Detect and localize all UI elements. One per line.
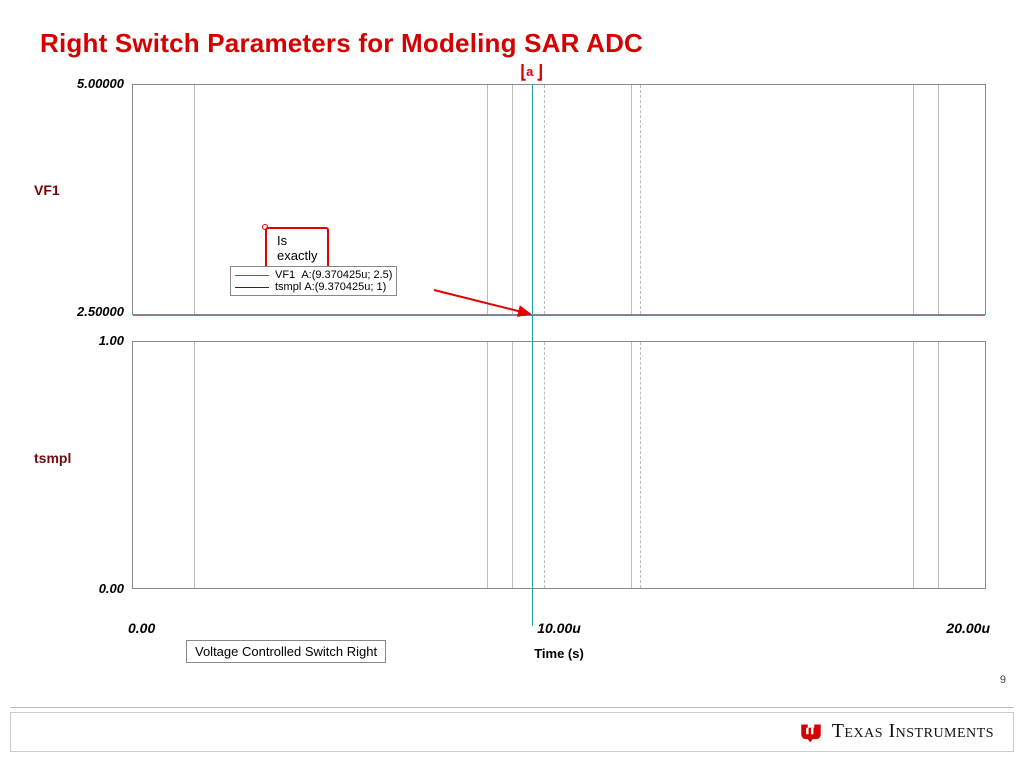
gridline: [544, 342, 545, 588]
tsmpl-axis-label: tsmpl: [34, 450, 124, 466]
chart-caption: Voltage Controlled Switch Right: [186, 640, 386, 663]
tsmpl-ymax: 1.00: [34, 333, 124, 348]
tsmpl-ymin: 0.00: [34, 581, 124, 596]
gridline: [544, 85, 545, 314]
gridline: [194, 342, 195, 588]
gridline: [938, 342, 939, 588]
vf1-ymax: 5.00000: [34, 76, 124, 91]
x-axis-label: Time (s): [534, 646, 584, 661]
legend-name-tsmpl: tsmpl: [275, 281, 301, 293]
panel-tsmpl: [132, 341, 986, 589]
vf1-axis-label: VF1: [34, 182, 124, 198]
gridline: [194, 85, 195, 314]
vf1-ymin: 2.50000: [34, 304, 124, 319]
legend-row-vf1: VF1 A:(9.370425u; 2.5): [235, 269, 392, 281]
gridline: [913, 342, 914, 588]
legend-cursor-tsmpl: A:(9.370425u; 1): [304, 281, 386, 293]
slide: Right Switch Parameters for Modeling SAR…: [0, 0, 1024, 768]
legend-row-tsmpl: tsmpl A:(9.370425u; 1): [235, 281, 392, 293]
gridline: [487, 85, 488, 314]
ti-logo-icon: [798, 718, 824, 744]
gridline: [631, 342, 632, 588]
vf1-trace: [133, 315, 985, 316]
xtick-10: 10.00u: [537, 620, 581, 636]
gridline: [938, 85, 939, 314]
cursor-a-label: a: [526, 64, 533, 79]
gridline: [512, 85, 513, 314]
gridline: [631, 85, 632, 314]
gridline: [487, 342, 488, 588]
cursor-legend: VF1 A:(9.370425u; 2.5) tsmpl A:(9.370425…: [230, 266, 397, 296]
xtick-0: 0.00: [128, 620, 155, 636]
gridline: [640, 342, 641, 588]
legend-name-vf1: VF1: [275, 269, 295, 281]
gridline: [640, 85, 641, 314]
page-title: Right Switch Parameters for Modeling SAR…: [40, 28, 643, 59]
brand: Texas Instruments: [798, 718, 994, 744]
xtick-20: 20.00u: [946, 620, 990, 636]
brand-text: Texas Instruments: [832, 720, 994, 743]
callout-exact-2p5v: Is exactly 2.5V: [262, 224, 268, 230]
page-number: 9: [1000, 674, 1006, 686]
gridline: [913, 85, 914, 314]
legend-cursor-vf1: A:(9.370425u; 2.5): [301, 269, 392, 281]
footer-rule: [10, 707, 1014, 708]
plot-area: 5.00000 2.50000 VF1 1.00 0.00 tsmpl: [132, 84, 986, 613]
gridline: [512, 342, 513, 588]
